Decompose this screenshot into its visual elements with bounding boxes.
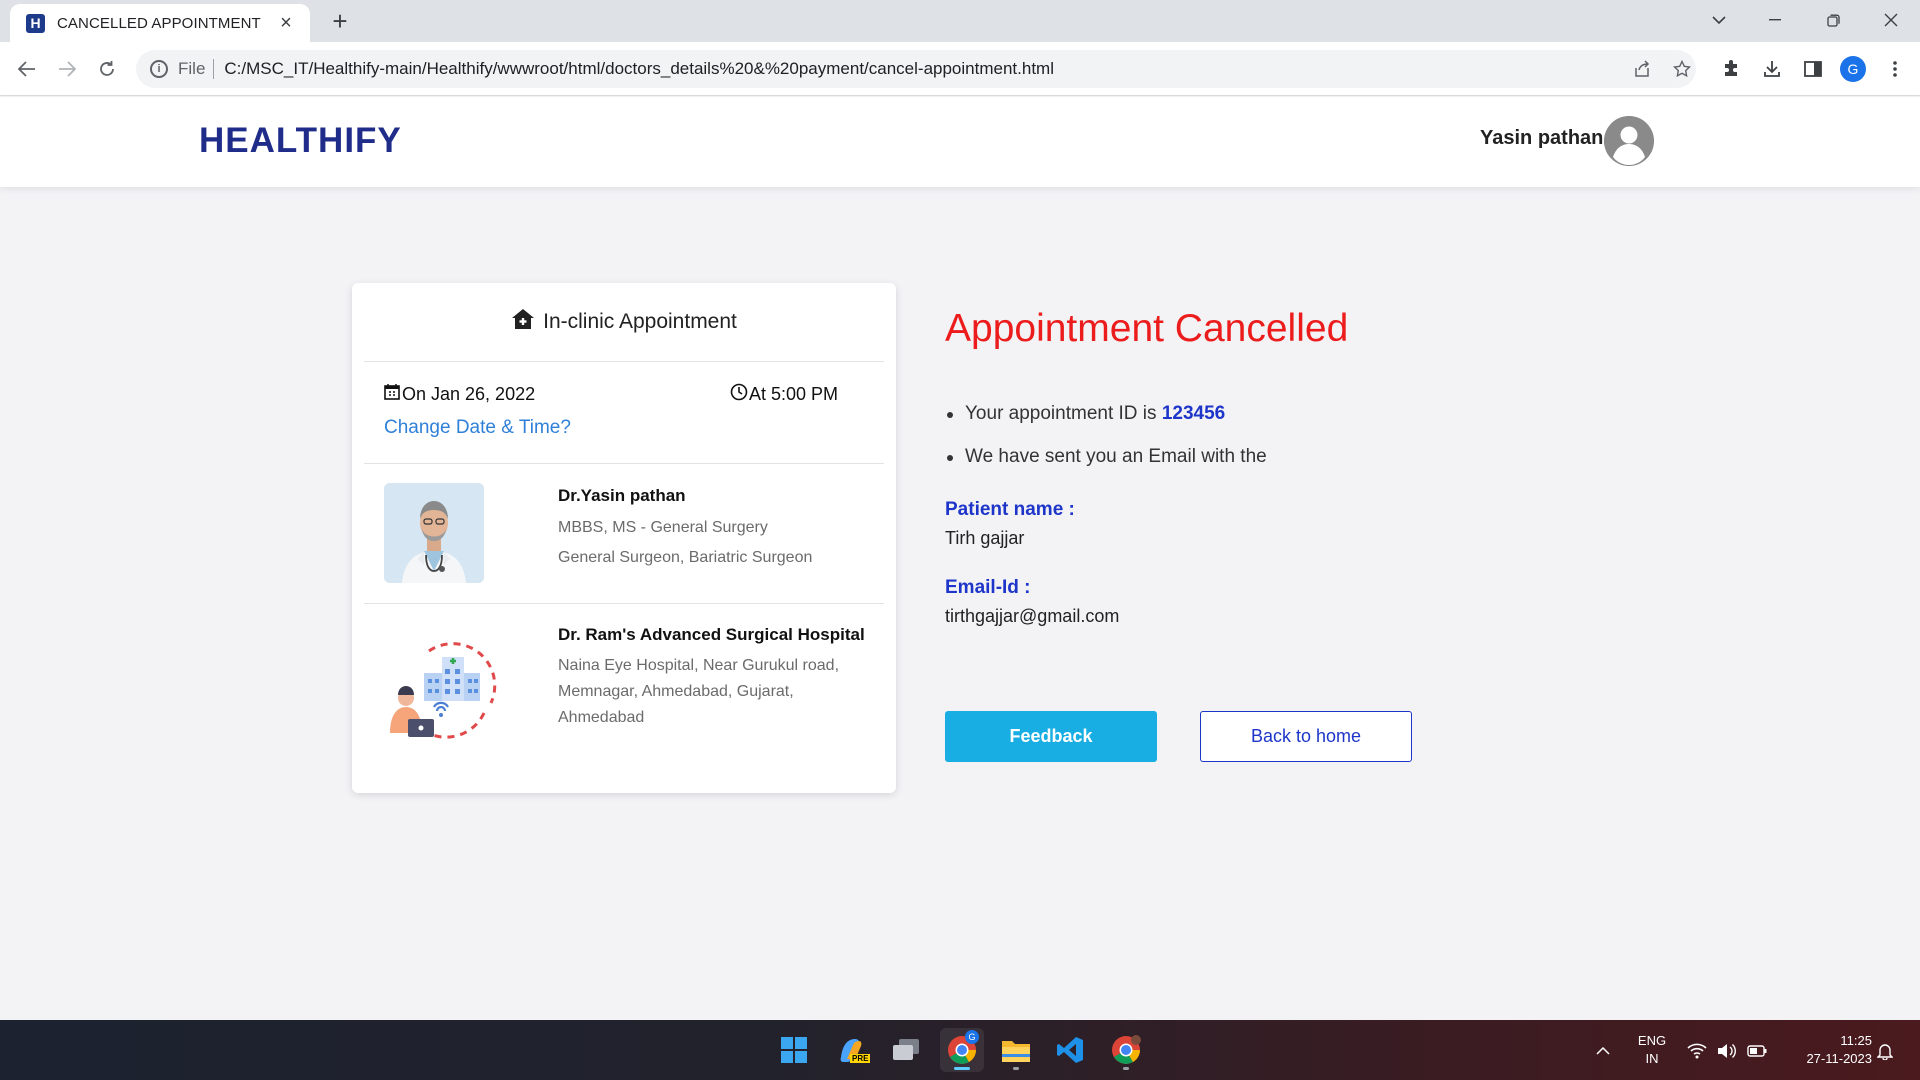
list-item-email-note: We have sent you an Email with the bbox=[945, 446, 1267, 489]
copilot-pre-badge: PRE bbox=[850, 1054, 871, 1063]
clock[interactable]: 11:25 27-11-2023 bbox=[1778, 1032, 1872, 1068]
calendar-icon bbox=[384, 383, 400, 405]
language-code: ENG bbox=[1637, 1033, 1667, 1048]
time-text: At 5:00 PM bbox=[749, 384, 839, 404]
wifi-icon[interactable] bbox=[1686, 1040, 1708, 1062]
reload-icon[interactable] bbox=[90, 52, 124, 86]
divider bbox=[364, 463, 884, 464]
back-to-home-button[interactable]: Back to home bbox=[1200, 711, 1412, 762]
hospital-illustration bbox=[384, 633, 504, 743]
side-panel-icon[interactable] bbox=[1798, 54, 1828, 84]
url-text[interactable]: C:/MSC_IT/Healthify-main/Healthify/wwwro… bbox=[224, 59, 1054, 79]
brand-logo[interactable]: HEALTHIFY bbox=[199, 121, 402, 161]
chrome-taskbar-icon[interactable]: G bbox=[940, 1028, 984, 1072]
appointment-id-value: 123456 bbox=[1161, 403, 1226, 424]
chrome-profile-badge: G bbox=[965, 1030, 979, 1044]
list-item-appointment-id: Your appointment ID is 123456 bbox=[945, 403, 1267, 446]
clock-time: 11:25 bbox=[1840, 1033, 1872, 1048]
hospital-address: Naina Eye Hospital, Near Gurukul road, M… bbox=[558, 657, 840, 726]
doctor-photo bbox=[384, 483, 484, 583]
user-name[interactable]: Yasin pathan bbox=[1480, 127, 1603, 150]
windows-start-icon[interactable] bbox=[772, 1028, 816, 1072]
card-title: In-clinic Appointment bbox=[352, 283, 896, 361]
clock-date: 27-11-2023 bbox=[1806, 1051, 1872, 1066]
vscode-icon[interactable] bbox=[1048, 1028, 1092, 1072]
page-content: HEALTHIFY Yasin pathan In-clinic Appoint… bbox=[0, 97, 1920, 1020]
bookmark-star-icon[interactable] bbox=[1672, 59, 1692, 79]
healthify-favicon-icon: H bbox=[26, 13, 45, 33]
doctor-name: Dr.Yasin pathan bbox=[558, 486, 686, 505]
browser-toolbar: i File C:/MSC_IT/Healthify-main/Healthif… bbox=[0, 42, 1920, 96]
appointment-id-prefix: Your appointment ID is bbox=[965, 403, 1157, 424]
running-indicator bbox=[1013, 1067, 1019, 1070]
divider bbox=[364, 361, 884, 362]
region-code: IN bbox=[1645, 1051, 1659, 1066]
tab-close-icon[interactable]: × bbox=[276, 13, 296, 33]
browser-tab-strip: H CANCELLED APPOINTMENT × + bbox=[0, 0, 1920, 42]
email-label: Email-Id : bbox=[945, 577, 1031, 598]
copilot-icon[interactable]: PRE bbox=[828, 1028, 872, 1072]
date-text: On Jan 26, 2022 bbox=[402, 383, 536, 404]
appointment-type-label: In-clinic Appointment bbox=[543, 310, 737, 333]
volume-icon[interactable] bbox=[1716, 1040, 1738, 1062]
minimize-icon[interactable] bbox=[1750, 4, 1800, 36]
address-bar[interactable]: i File C:/MSC_IT/Healthify-main/Healthif… bbox=[136, 50, 1696, 88]
restore-icon[interactable] bbox=[1808, 4, 1858, 36]
extensions-puzzle-icon[interactable] bbox=[1716, 54, 1746, 84]
tab-title: CANCELLED APPOINTMENT bbox=[57, 14, 261, 32]
user-avatar-icon[interactable] bbox=[1604, 116, 1654, 166]
doctor-specialty: General Surgeon, Bariatric Surgeon bbox=[558, 549, 813, 566]
feedback-button[interactable]: Feedback bbox=[945, 711, 1157, 762]
email-value: tirthgajjar@gmail.com bbox=[945, 606, 1120, 626]
appointment-card: In-clinic Appointment On Jan 26, 2022 At… bbox=[352, 283, 896, 793]
download-icon[interactable] bbox=[1757, 54, 1787, 84]
file-scheme-label: File bbox=[178, 59, 206, 78]
clock-icon bbox=[730, 383, 748, 406]
site-header: HEALTHIFY Yasin pathan bbox=[0, 97, 1920, 187]
file-explorer-icon[interactable] bbox=[994, 1028, 1038, 1072]
task-view-icon[interactable] bbox=[884, 1028, 928, 1072]
notification-bell-icon[interactable] bbox=[1874, 1040, 1896, 1062]
cancellation-details-list: Your appointment ID is 123456 We have se… bbox=[945, 403, 1267, 489]
chrome-menu-kebab-icon[interactable] bbox=[1880, 54, 1910, 84]
divider bbox=[364, 603, 884, 604]
input-language[interactable]: ENG IN bbox=[1630, 1032, 1674, 1068]
appointment-time: At 5:00 PM bbox=[730, 383, 838, 406]
tab-search-chevron-icon[interactable] bbox=[1694, 4, 1744, 36]
forward-arrow-icon[interactable] bbox=[50, 52, 84, 86]
appointment-date: On Jan 26, 2022 bbox=[384, 383, 535, 405]
close-window-icon[interactable] bbox=[1866, 4, 1916, 36]
browser-tab-active[interactable]: H CANCELLED APPOINTMENT × bbox=[10, 4, 310, 42]
battery-icon[interactable] bbox=[1746, 1040, 1768, 1062]
show-hidden-icons-chevron-icon[interactable] bbox=[1592, 1040, 1614, 1062]
profile-avatar-icon[interactable]: G bbox=[1840, 56, 1866, 82]
cancelled-heading: Appointment Cancelled bbox=[945, 307, 1349, 350]
hospital-name: Dr. Ram's Advanced Surgical Hospital bbox=[558, 625, 865, 644]
doctor-qualification: MBBS, MS - General Surgery bbox=[558, 519, 768, 536]
change-date-time-link[interactable]: Change Date & Time? bbox=[384, 417, 571, 439]
running-indicator bbox=[1123, 1067, 1129, 1070]
site-info-icon[interactable]: i bbox=[150, 60, 168, 78]
back-arrow-icon[interactable] bbox=[10, 52, 44, 86]
active-indicator bbox=[954, 1067, 970, 1070]
share-icon[interactable] bbox=[1632, 59, 1652, 79]
windows-taskbar: PRE G ENG IN 11:25 27-11-2023 bbox=[0, 1020, 1920, 1080]
clinic-house-icon bbox=[511, 308, 543, 336]
patient-name-label: Patient name : bbox=[945, 499, 1075, 520]
url-separator bbox=[213, 59, 215, 79]
email-note-text: We have sent you an Email with the bbox=[965, 446, 1267, 467]
chrome-second-profile-icon[interactable] bbox=[1104, 1028, 1148, 1072]
patient-name-value: Tirh gajjar bbox=[945, 528, 1025, 548]
new-tab-plus-icon[interactable]: + bbox=[326, 8, 354, 36]
